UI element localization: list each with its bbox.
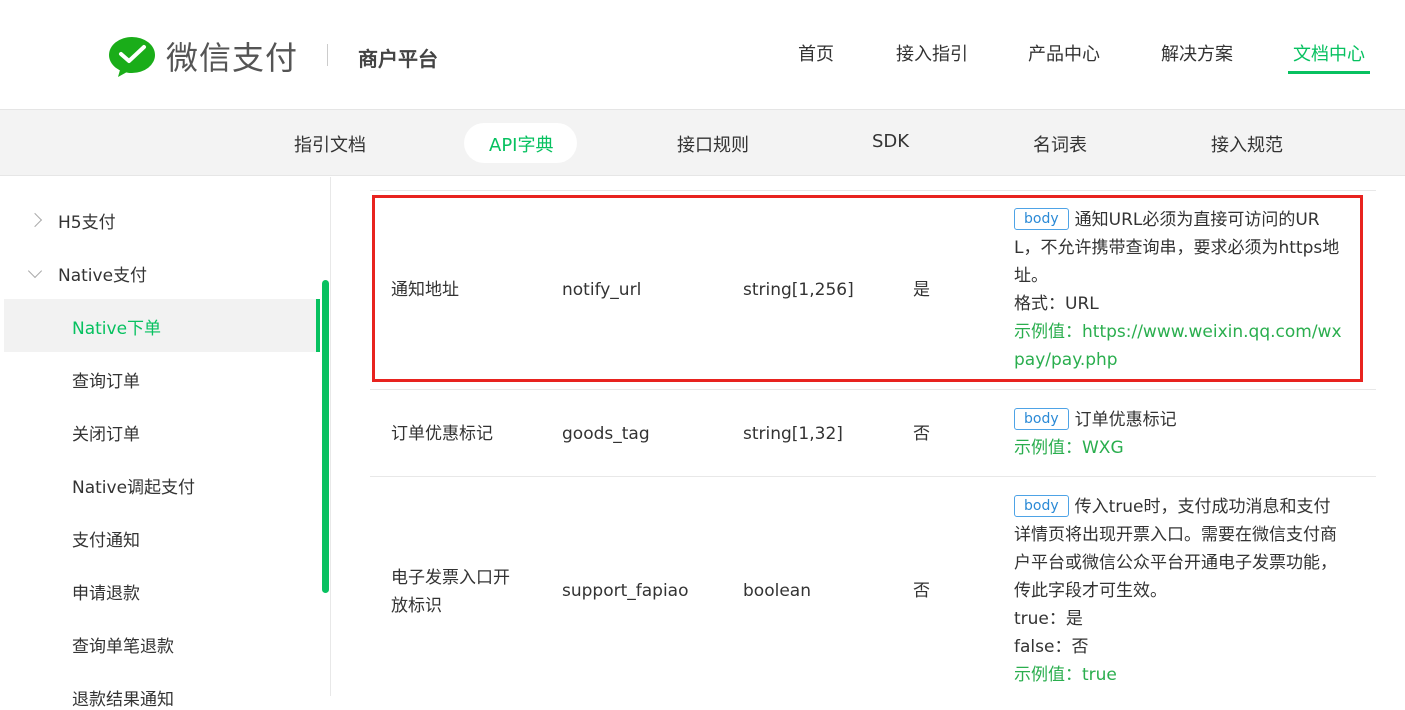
sidebar-item-query-order[interactable]: 查询订单 [72,367,140,392]
topnav-products[interactable]: 产品中心 [1028,40,1100,74]
wechat-pay-logo-icon[interactable] [108,36,156,78]
example-value: 示例值：true [1014,665,1117,685]
param-required: 否 [913,581,930,601]
brand-subtitle: 商户平台 [358,47,438,71]
param-name: goods_tag [562,424,650,444]
desc-line: 传入true时，支付成功消息和支付 [1074,497,1331,517]
param-description: body 传入true时，支付成功消息和支付 详情页将出现开票入口。需要在微信支付… [1014,493,1354,689]
sidebar-active-background [4,299,320,352]
subnav-sdk[interactable]: SDK [872,131,909,152]
sidebar-item-query-refund[interactable]: 查询单笔退款 [72,632,174,657]
desc-line: false：否 [1014,637,1089,657]
sidebar-item-refund-notify[interactable]: 退款结果通知 [72,685,174,710]
sidebar-scrollbar[interactable] [322,280,329,593]
sidebar-item-native-invoke[interactable]: Native调起支付 [72,473,195,498]
body-tag: body [1014,495,1069,517]
table-top-border [370,190,1376,191]
body-tag: body [1014,408,1069,430]
subnav-access-spec[interactable]: 接入规范 [1211,131,1283,157]
param-type: boolean [743,581,811,601]
topnav-home[interactable]: 首页 [798,40,834,74]
param-label-line: 放标识 [391,596,442,616]
param-required: 否 [913,424,930,444]
topnav-docs[interactable]: 文档中心 [1288,40,1370,74]
highlight-box [372,195,1363,382]
desc-line: 订单优惠标记 [1074,410,1177,430]
sidebar-item-pay-notify[interactable]: 支付通知 [72,526,140,551]
subnav-guide-docs[interactable]: 指引文档 [294,131,366,157]
topnav-solutions[interactable]: 解决方案 [1161,40,1233,74]
row-divider [370,476,1376,477]
brand-divider [327,44,328,66]
sidebar-group-h5[interactable]: H5支付 [58,208,116,233]
sidebar-item-native-order[interactable]: Native下单 [72,314,161,339]
sidebar-active-indicator [316,299,320,352]
sidebar-item-refund[interactable]: 申请退款 [72,579,140,604]
sub-navigation: 指引文档 API字典 接口规则 SDK 名词表 接入规范 [0,110,1405,176]
chevron-right-icon[interactable] [27,212,43,228]
site-header: 微信支付 商户平台 首页 接入指引 产品中心 解决方案 文档中心 [0,0,1405,110]
param-name: support_fapiao [562,581,689,601]
subnav-api-dictionary[interactable]: API字典 [489,131,553,157]
topnav-guide[interactable]: 接入指引 [896,40,968,74]
row-divider [370,389,1376,390]
example-value: 示例值：WXG [1014,438,1124,458]
param-type: string[1,32] [743,424,843,444]
param-label: 订单优惠标记 [391,424,493,444]
param-label: 电子发票入口开 放标识 [391,564,510,620]
sidebar-item-close-order[interactable]: 关闭订单 [72,420,140,445]
sidebar-group-native[interactable]: Native支付 [58,261,147,286]
chevron-down-icon[interactable] [27,263,43,279]
desc-line: 户平台或微信公众平台开通电子发票功能， [1014,553,1337,573]
brand-name[interactable]: 微信支付 [166,33,298,79]
desc-line: 传此字段才可生效。 [1014,581,1167,601]
param-label-line: 电子发票入口开 [391,568,510,588]
param-description: body 订单优惠标记 示例值：WXG [1014,406,1354,462]
subnav-api-rules[interactable]: 接口规则 [677,131,749,157]
sidebar: H5支付 Native支付 Native下单 查询订单 关闭订单 Native调… [0,177,331,710]
desc-line: 详情页将出现开票入口。需要在微信支付商 [1014,525,1337,545]
desc-line: true：是 [1014,609,1083,629]
subnav-glossary[interactable]: 名词表 [1033,131,1087,157]
